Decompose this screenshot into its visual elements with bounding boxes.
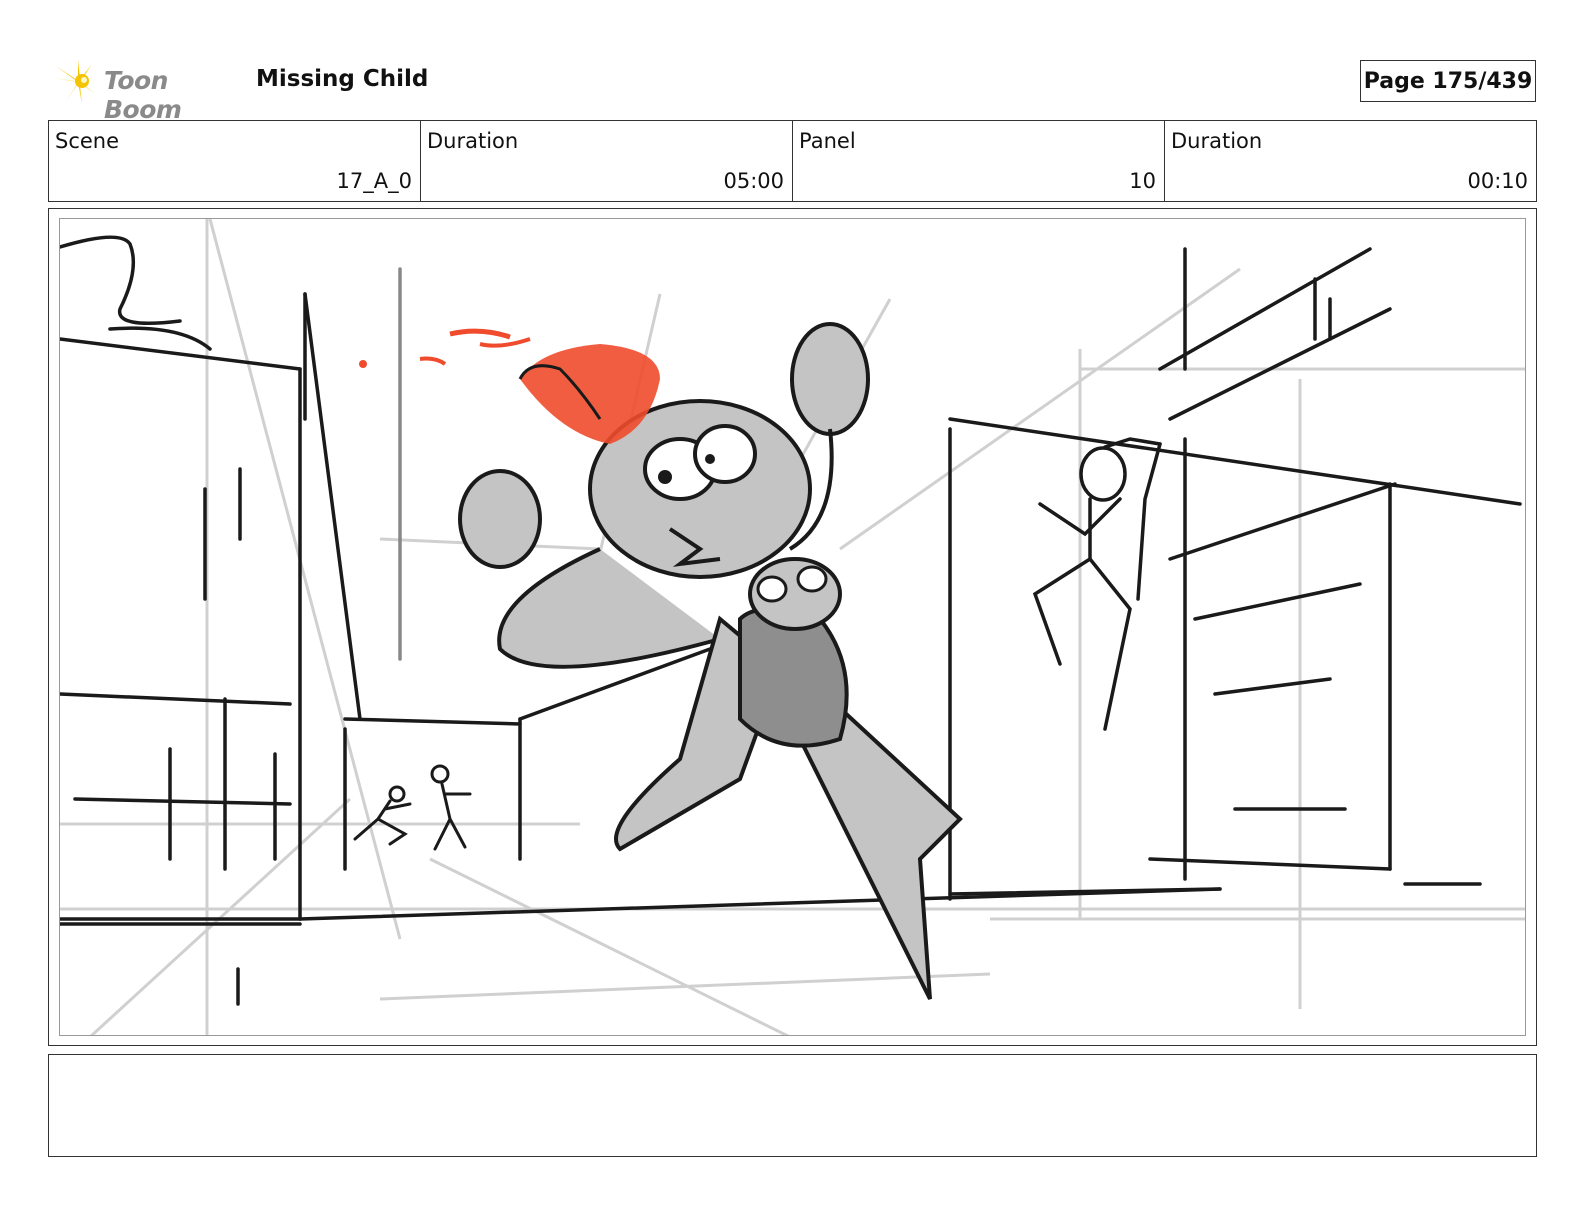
panel-duration-value: 00:10 <box>1467 169 1528 193</box>
panel-notes-box <box>48 1054 1537 1157</box>
panel-duration-cell: Duration 00:10 <box>1165 121 1536 201</box>
hanging-figure <box>1032 437 1162 731</box>
storyboard-panel <box>48 208 1537 1046</box>
panel-drawing-area <box>59 218 1526 1036</box>
scene-cell: Scene 17_A_0 <box>49 121 421 201</box>
red-flame-accent <box>359 328 660 444</box>
scene-duration-cell: Duration 05:00 <box>421 121 793 201</box>
storyboard-sketch <box>60 219 1525 1035</box>
panel-value: 10 <box>1129 169 1156 193</box>
toon-boom-logo: Toon Boom <box>52 56 242 124</box>
panel-duration-label: Duration <box>1171 129 1263 153</box>
page-indicator: Page 175/439 <box>1360 60 1536 102</box>
scene-duration-label: Duration <box>427 129 519 153</box>
starburst-icon <box>54 60 98 104</box>
brand-name: Toon Boom <box>104 66 182 124</box>
panel-cell: Panel 10 <box>793 121 1165 201</box>
project-title: Missing Child <box>256 66 429 92</box>
page-label: Page 175/439 <box>1363 68 1533 94</box>
main-characters <box>458 322 963 1000</box>
scene-label: Scene <box>55 129 120 153</box>
panel-label: Panel <box>799 129 856 153</box>
scene-value: 17_A_0 <box>336 169 412 193</box>
scene-info-table: Scene 17_A_0 Duration 05:00 Panel 10 Dur… <box>48 120 1537 202</box>
scene-duration-value: 05:00 <box>723 169 784 193</box>
